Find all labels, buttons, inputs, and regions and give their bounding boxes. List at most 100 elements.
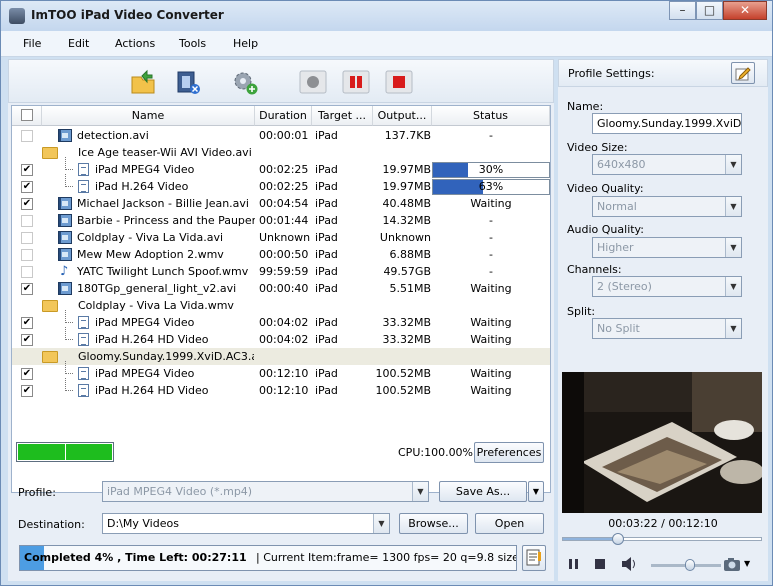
table-row[interactable]: ✔ iPad MPEG4 Video 00:02:25 iPad 19.97MB 30% bbox=[12, 157, 550, 178]
select-all-header[interactable] bbox=[12, 106, 42, 126]
table-row[interactable]: ♪ YATC Twilight Lunch Spoof.wmv 99:59:59 iP… bbox=[12, 263, 550, 280]
folder-row[interactable]: Ice Age teaser-Wii AVI Video.avi bbox=[12, 144, 550, 161]
menu-file[interactable]: File bbox=[23, 37, 41, 50]
row-target: iPad bbox=[315, 282, 338, 295]
pause-button[interactable] bbox=[342, 68, 370, 96]
split-select[interactable]: No Split ▼ bbox=[592, 318, 742, 339]
row-checkbox[interactable]: ✔ bbox=[21, 334, 33, 346]
row-checkbox[interactable] bbox=[21, 215, 33, 227]
row-target: iPad bbox=[315, 214, 338, 227]
menu-edit[interactable]: Edit bbox=[68, 37, 89, 50]
menu-bar: File Edit Actions Tools Help bbox=[1, 31, 772, 57]
open-button[interactable]: Open bbox=[475, 513, 544, 534]
row-checkbox[interactable] bbox=[21, 232, 33, 244]
table-row[interactable]: Barbie - Princess and the Pauper.avi 00:0… bbox=[12, 212, 550, 229]
row-checkbox[interactable]: ✔ bbox=[21, 181, 33, 193]
split-label: Split: bbox=[567, 305, 596, 318]
window-title: ImTOO iPad Video Converter bbox=[31, 8, 224, 22]
column-duration[interactable]: Duration bbox=[255, 106, 312, 126]
snapshot-icon[interactable] bbox=[723, 555, 741, 573]
pause-icon[interactable] bbox=[567, 557, 581, 571]
column-output[interactable]: Output... bbox=[373, 106, 432, 126]
video-file-icon bbox=[58, 231, 72, 244]
destination-input[interactable]: D:\My Videos ▼ bbox=[102, 513, 390, 534]
row-status: Waiting bbox=[470, 367, 512, 380]
row-output: 40.48MB bbox=[382, 197, 431, 210]
row-name: Barbie - Princess and the Pauper.avi bbox=[77, 214, 255, 227]
row-checkbox[interactable] bbox=[21, 130, 33, 142]
folder-icon bbox=[42, 300, 58, 312]
table-row[interactable]: detection.avi 00:00:01 iPad 137.7KB - bbox=[12, 127, 550, 144]
profile-label: Profile: bbox=[18, 486, 56, 499]
row-checkbox[interactable] bbox=[21, 249, 33, 261]
volume-icon[interactable] bbox=[620, 556, 638, 572]
row-output: 19.97MB bbox=[382, 163, 431, 176]
file-list[interactable]: Name Duration Target ... Output... Statu… bbox=[11, 105, 551, 493]
close-button[interactable]: ✕ bbox=[723, 1, 767, 20]
folder-row[interactable]: Coldplay - Viva La Vida.wmv bbox=[12, 297, 550, 314]
row-checkbox[interactable]: ✔ bbox=[21, 385, 33, 397]
video-size-select[interactable]: 640x480 ▼ bbox=[592, 154, 742, 175]
name-field[interactable]: Gloomy.Sunday.1999.XviD.AC3 bbox=[592, 113, 742, 134]
row-checkbox[interactable]: ✔ bbox=[21, 164, 33, 176]
table-row[interactable]: ✔ iPad MPEG4 Video 00:04:02 iPad 33.32MB Wait… bbox=[12, 310, 550, 331]
column-target[interactable]: Target ... bbox=[312, 106, 373, 126]
record-button[interactable] bbox=[299, 68, 327, 96]
add-profile-icon[interactable] bbox=[231, 68, 259, 96]
row-checkbox[interactable] bbox=[21, 266, 33, 278]
menu-tools[interactable]: Tools bbox=[179, 37, 206, 50]
seek-thumb[interactable] bbox=[612, 533, 624, 545]
row-output: 100.52MB bbox=[375, 367, 431, 380]
preferences-button[interactable]: Preferences bbox=[474, 442, 544, 463]
row-name: Coldplay - Viva La Vida.avi bbox=[77, 231, 224, 244]
table-row[interactable]: ✔ iPad H.264 Video 00:02:25 iPad 19.97MB 63% bbox=[12, 174, 550, 195]
video-quality-select[interactable]: Normal ▼ bbox=[592, 196, 742, 217]
snapshot-dropdown[interactable]: ▼ bbox=[744, 559, 750, 568]
table-row[interactable]: ✔ iPad H.264 HD Video 00:12:10 iPad 100.52MB… bbox=[12, 378, 550, 399]
channels-select[interactable]: 2 (Stereo) ▼ bbox=[592, 276, 742, 297]
row-checkbox[interactable]: ✔ bbox=[21, 317, 33, 329]
log-button[interactable] bbox=[522, 545, 546, 571]
browse-button[interactable]: Browse... bbox=[399, 513, 468, 534]
table-row[interactable]: ✔ Michael Jackson - Billie Jean.avi 00:04:… bbox=[12, 195, 550, 212]
add-file-icon[interactable] bbox=[129, 68, 157, 96]
row-duration: 99:59:59 bbox=[259, 265, 309, 278]
table-row[interactable]: ✔ iPad MPEG4 Video 00:12:10 iPad 100.52MB Wai… bbox=[12, 361, 550, 382]
profile-doc-icon bbox=[78, 316, 89, 329]
volume-thumb[interactable] bbox=[685, 559, 695, 571]
row-checkbox[interactable]: ✔ bbox=[21, 283, 33, 295]
minimize-button[interactable]: – bbox=[669, 1, 696, 20]
seek-bar[interactable] bbox=[562, 533, 762, 545]
save-as-dropdown[interactable]: ▼ bbox=[528, 481, 544, 502]
row-checkbox[interactable]: ✔ bbox=[21, 368, 33, 380]
menu-help[interactable]: Help bbox=[233, 37, 258, 50]
table-row[interactable]: ✔ iPad H.264 HD Video 00:04:02 iPad 33.32MB W… bbox=[12, 327, 550, 348]
channels-value: 2 (Stereo) bbox=[597, 280, 652, 293]
table-row[interactable]: Mew Mew Adoption 2.wmv 00:00:50 iPad 6.88MB… bbox=[12, 246, 550, 263]
remove-file-icon[interactable] bbox=[174, 68, 202, 96]
select-all-checkbox[interactable] bbox=[21, 109, 33, 121]
table-row[interactable]: Coldplay - Viva La Vida.avi Unknown iPad Un… bbox=[12, 229, 550, 246]
audio-quality-select[interactable]: Higher ▼ bbox=[592, 237, 742, 258]
maximize-button[interactable]: □ bbox=[696, 1, 723, 20]
edit-profile-button[interactable] bbox=[731, 62, 755, 84]
menu-actions[interactable]: Actions bbox=[115, 37, 155, 50]
column-status[interactable]: Status bbox=[432, 106, 550, 126]
toolbar bbox=[8, 59, 554, 103]
row-duration: 00:02:25 bbox=[259, 180, 309, 193]
row-target: iPad bbox=[315, 129, 338, 142]
save-as-button[interactable]: Save As... bbox=[439, 481, 527, 502]
table-row[interactable]: ✔ 180TGp_general_light_v2.avi 00:00:40 iPad… bbox=[12, 280, 550, 297]
app-icon bbox=[9, 8, 25, 24]
stop-icon[interactable] bbox=[593, 557, 607, 571]
profile-select[interactable]: iPad MPEG4 Video (*.mp4) ▼ bbox=[102, 481, 429, 502]
column-name[interactable]: Name bbox=[42, 106, 255, 126]
row-output: 33.32MB bbox=[382, 316, 431, 329]
row-output: Unknown bbox=[379, 231, 431, 244]
volume-slider[interactable] bbox=[651, 559, 721, 571]
row-output: 49.57GB bbox=[383, 265, 431, 278]
folder-row[interactable]: Gloomy.Sunday.1999.XviD.AC3.avi bbox=[12, 348, 550, 365]
bottom-controls: CPU:100.00% Preferences Profile: iPad MP… bbox=[8, 442, 554, 581]
stop-button[interactable] bbox=[385, 68, 413, 96]
row-checkbox[interactable]: ✔ bbox=[21, 198, 33, 210]
